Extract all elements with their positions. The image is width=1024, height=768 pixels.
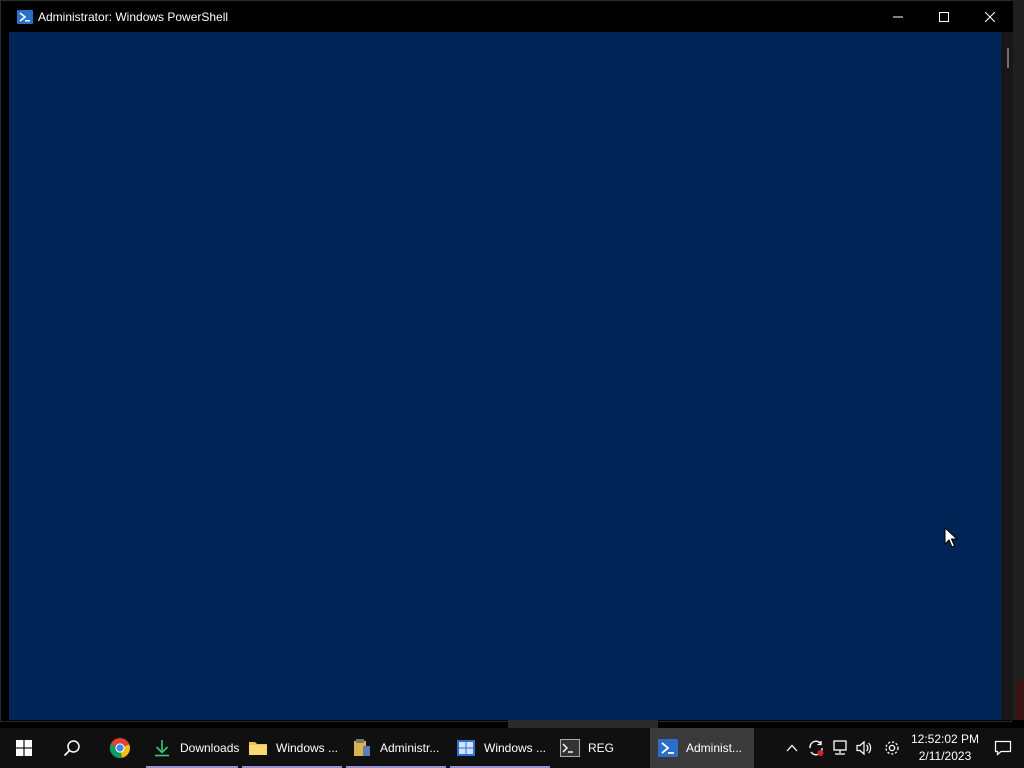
maximize-icon: [939, 11, 949, 22]
taskbar-app-label: Administ...: [686, 741, 743, 755]
search-icon: [63, 740, 80, 757]
chrome-icon: [109, 738, 130, 759]
settings-tray-button[interactable]: [876, 728, 908, 768]
taskbar: Downloads Windows ... Administr... Windo…: [0, 728, 1024, 768]
search-button[interactable]: [48, 728, 96, 768]
window-title: Administrator: Windows PowerShell: [38, 9, 229, 24]
close-icon: [985, 11, 995, 22]
clock-time: 12:52:02 PM: [910, 732, 980, 746]
start-button[interactable]: [0, 728, 48, 768]
taskbar-app-label: Windows ...: [276, 741, 339, 755]
taskbar-app-admin-tools[interactable]: Administr...: [344, 728, 448, 768]
powershell-icon: [17, 9, 33, 25]
folder-icon: [248, 738, 268, 758]
taskbar-app-file-explorer[interactable]: Windows ...: [240, 728, 344, 768]
action-center-button[interactable]: [982, 728, 1024, 768]
volume-button[interactable]: [852, 728, 876, 768]
taskbar-app-label: Windows ...: [484, 741, 547, 755]
console-scrollbar[interactable]: [1001, 32, 1013, 720]
taskbar-app-downloads[interactable]: Downloads: [144, 728, 240, 768]
background-window-right-edge: [1012, 0, 1024, 720]
gear-icon: [885, 741, 899, 755]
chevron-up-icon: [786, 744, 798, 752]
powershell-window: Administrator: Windows PowerShell: [0, 0, 1013, 722]
system-tray: 12:52:02 PM 2/11/2023: [780, 728, 1024, 768]
windows-start-icon: [16, 740, 32, 756]
download-arrow-icon: [152, 738, 172, 758]
speaker-icon: [856, 740, 872, 756]
window-controls: [875, 1, 1013, 32]
title-bar[interactable]: Administrator: Windows PowerShell: [1, 1, 1013, 32]
taskbar-app-windows-app[interactable]: Windows ...: [448, 728, 552, 768]
clock-date: 2/11/2023: [918, 749, 972, 763]
terminal-icon: [560, 738, 580, 758]
console-area[interactable]: [9, 32, 1001, 720]
powershell-icon: [658, 738, 678, 758]
background-red-strip: [1016, 680, 1024, 720]
network-icon: [833, 740, 847, 755]
notification-icon: [994, 740, 1012, 756]
windows-logo-icon: [456, 738, 476, 758]
background-button-peek: [508, 720, 658, 728]
taskbar-app-powershell[interactable]: Administ...: [650, 728, 754, 768]
sync-status-button[interactable]: [804, 728, 828, 768]
chrome-taskbar-button[interactable]: [96, 728, 144, 768]
sync-icon: [809, 740, 824, 756]
minimize-icon: [893, 16, 903, 17]
maximize-button[interactable]: [921, 1, 967, 32]
close-button[interactable]: [967, 1, 1013, 32]
taskbar-app-label: Administr...: [380, 741, 440, 755]
taskbar-app-label: REG: [588, 741, 615, 755]
taskbar-app-label: Downloads: [180, 741, 240, 755]
show-hidden-icons-button[interactable]: [780, 728, 804, 768]
taskbar-app-reg[interactable]: REG: [552, 728, 650, 768]
admin-tools-icon: [352, 738, 372, 758]
scrollbar-thumb[interactable]: [1007, 48, 1009, 68]
mouse-cursor-icon: [944, 527, 958, 548]
network-button[interactable]: [828, 728, 852, 768]
minimize-button[interactable]: [875, 1, 921, 32]
taskbar-clock[interactable]: 12:52:02 PM 2/11/2023: [908, 731, 982, 765]
